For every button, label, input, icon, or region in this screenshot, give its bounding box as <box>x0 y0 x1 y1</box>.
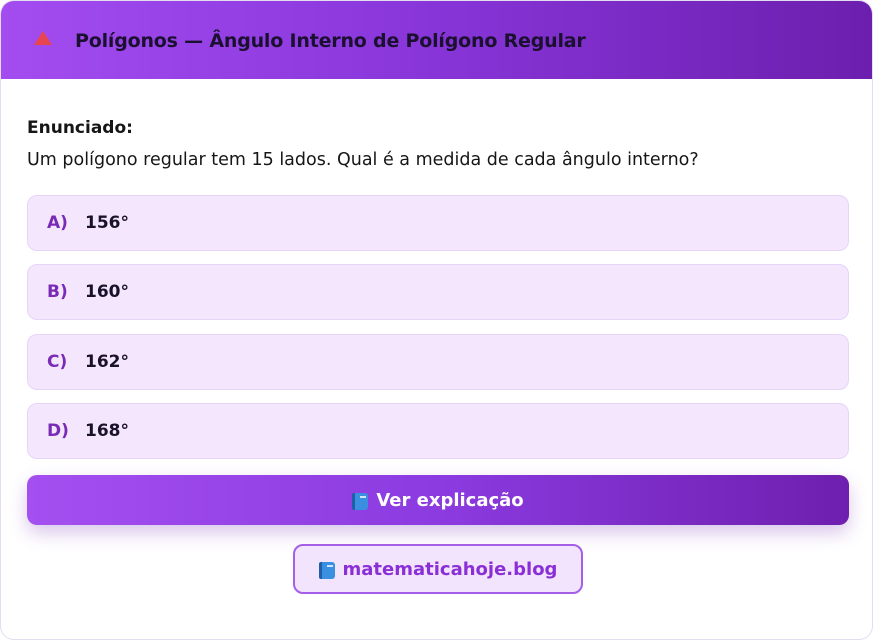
book-icon <box>352 492 369 510</box>
option-value: 156° <box>85 213 129 233</box>
option-c[interactable]: C) 162° <box>27 334 849 390</box>
option-letter: A) <box>47 213 68 233</box>
quiz-header: Polígonos — Ângulo Interno de Polígono R… <box>1 1 872 79</box>
option-a[interactable]: A) 156° <box>27 195 849 251</box>
question-text: Um polígono regular tem 15 lados. Qual é… <box>27 150 699 170</box>
option-letter: D) <box>47 421 69 441</box>
option-value: 160° <box>85 282 129 302</box>
site-link-label: matematicahoje.blog <box>342 558 558 580</box>
option-b[interactable]: B) 160° <box>27 264 849 320</box>
quiz-card: Polígonos — Ângulo Interno de Polígono R… <box>0 0 873 640</box>
option-value: 162° <box>85 352 129 372</box>
option-letter: C) <box>47 352 68 372</box>
quiz-title: Polígonos — Ângulo Interno de Polígono R… <box>75 30 586 52</box>
site-link[interactable]: matematicahoje.blog <box>293 544 583 594</box>
triangle-icon <box>34 31 52 45</box>
view-explanation-label: Ver explicação <box>376 489 524 511</box>
option-value: 168° <box>85 421 129 441</box>
option-d[interactable]: D) 168° <box>27 403 849 459</box>
view-explanation-button[interactable]: Ver explicação <box>27 475 849 525</box>
book-icon <box>318 561 335 579</box>
statement-label: Enunciado: <box>27 118 133 138</box>
option-letter: B) <box>47 282 68 302</box>
